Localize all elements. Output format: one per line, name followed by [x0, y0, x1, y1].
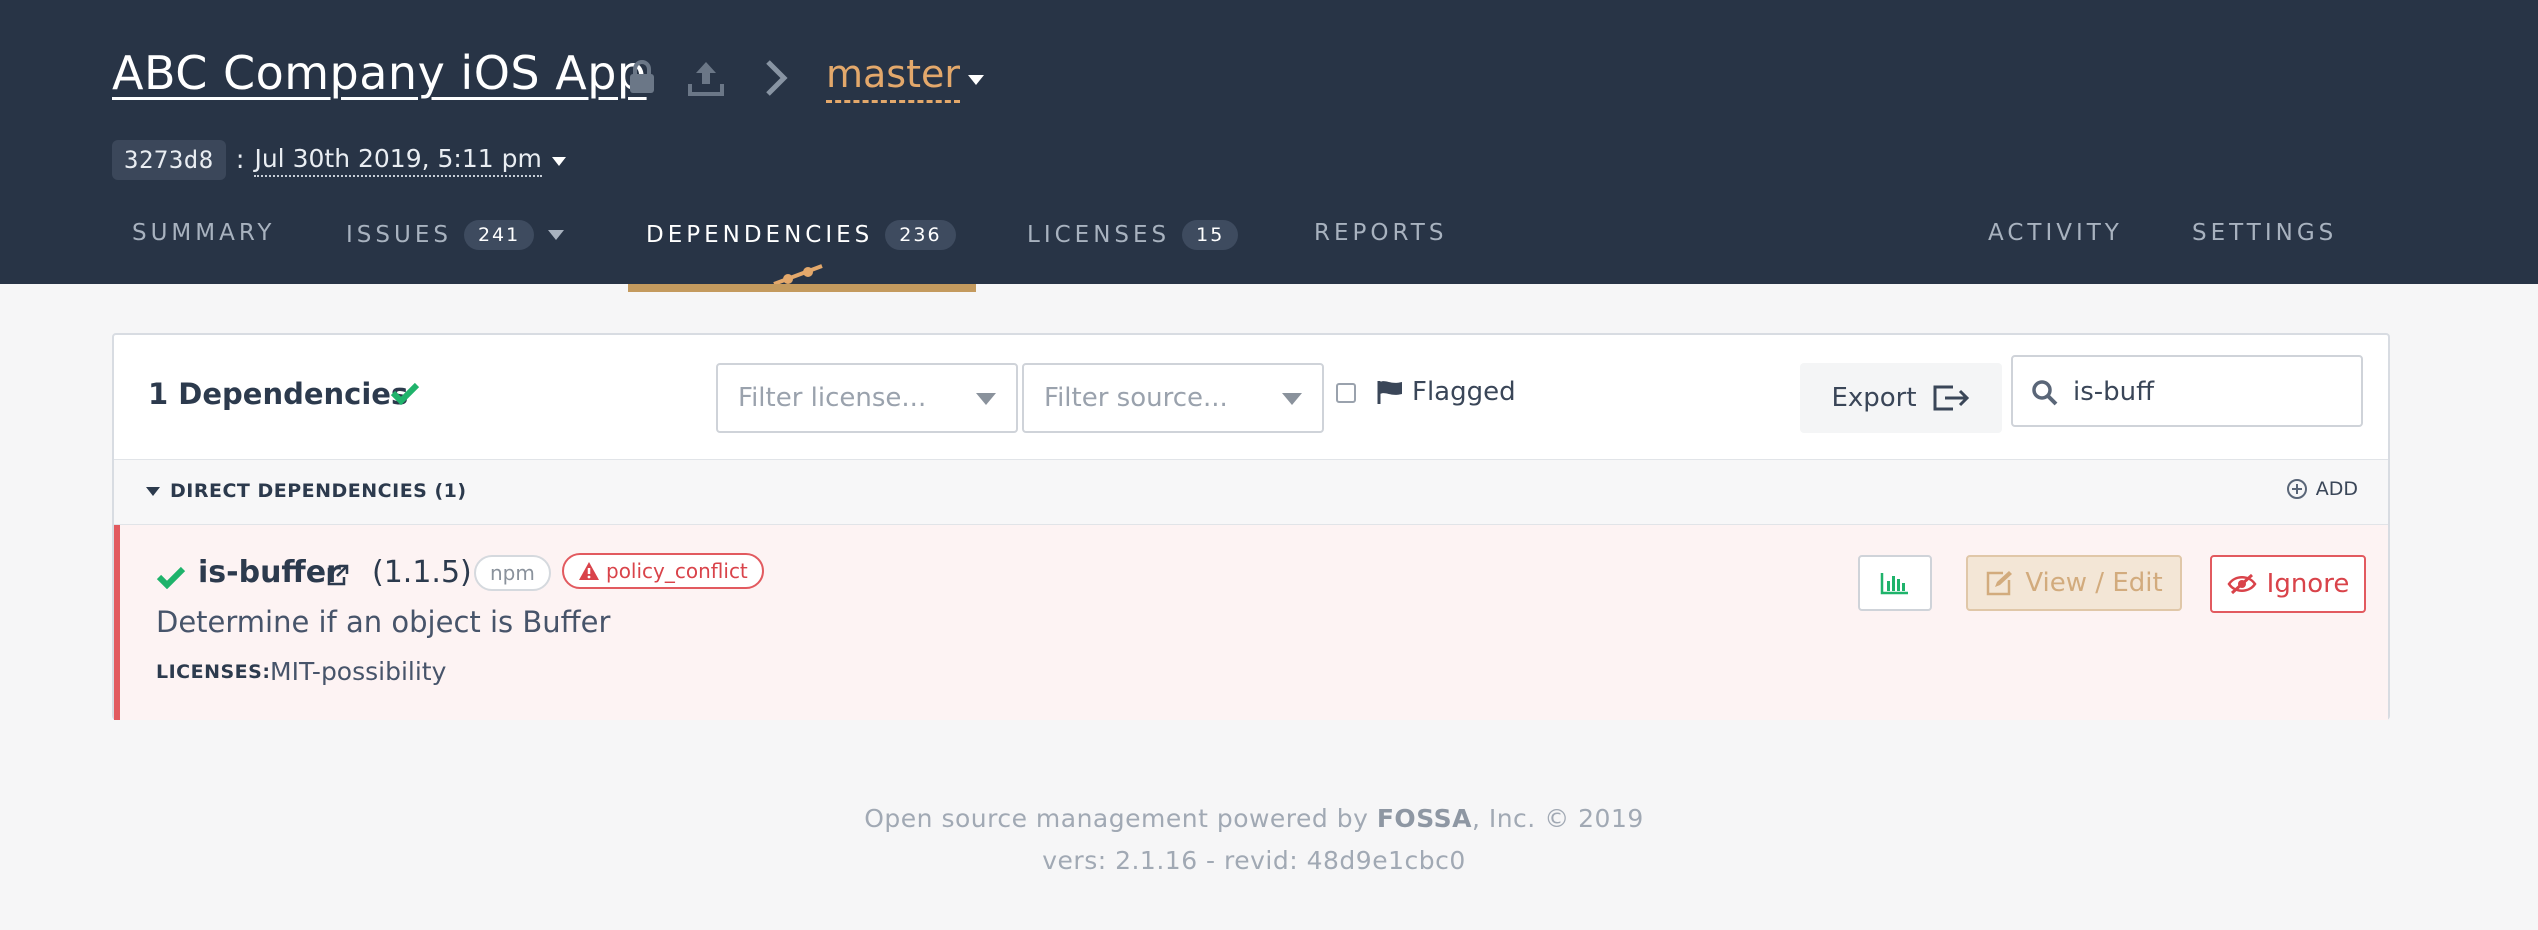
add-dependency-button[interactable]: ADD [2286, 478, 2358, 500]
branch-selector[interactable]: master [826, 52, 961, 103]
tab-issues-label: ISSUES [346, 222, 452, 248]
upload-icon[interactable] [686, 58, 726, 102]
licenses-value: MIT-possibility [270, 657, 447, 686]
bar-chart-icon [1880, 573, 1908, 595]
ignore-label: Ignore [2266, 569, 2350, 599]
panel-toolbar: 1 Dependencies Filter license... Filter … [114, 335, 2388, 459]
export-icon [1933, 385, 1969, 411]
external-link-icon[interactable] [326, 563, 350, 591]
filter-license-select[interactable]: Filter license... [716, 363, 1018, 433]
footer-suffix: , Inc. © 2019 [1471, 804, 1644, 833]
flag-icon [1377, 381, 1402, 404]
tab-settings[interactable]: SETTINGS [2192, 220, 2337, 246]
chevron-down-icon [976, 393, 996, 405]
flagged-filter[interactable]: Flagged [1376, 377, 1516, 407]
revision-id: 3273d8 [112, 140, 226, 180]
tab-bar: SUMMARY ISSUES 241 DEPENDENCIES 236 LICE… [0, 210, 2538, 284]
view-edit-button[interactable]: View / Edit [1966, 555, 2182, 611]
tab-reports-label: REPORTS [1314, 220, 1448, 246]
licenses-label: LICENSES: [156, 661, 271, 683]
tab-licenses-label: LICENSES [1027, 222, 1171, 248]
check-icon [156, 565, 186, 593]
tab-activity-label: ACTIVITY [1988, 220, 2123, 246]
warning-icon [579, 562, 599, 580]
tab-issues[interactable]: ISSUES 241 [346, 220, 565, 250]
lock-icon [628, 60, 656, 98]
dependencies-panel: 1 Dependencies Filter license... Filter … [112, 333, 2390, 720]
footer-version: vers: 2.1.16 - revid: 48d9e1cbc0 [1042, 846, 1466, 875]
licenses-count-badge: 15 [1182, 220, 1239, 250]
issues-count-badge: 241 [463, 220, 535, 250]
filter-license-placeholder: Filter license... [738, 383, 927, 413]
ignore-button[interactable]: Ignore [2210, 555, 2366, 613]
active-tab-indicator [628, 284, 976, 292]
search-input[interactable] [2071, 365, 2355, 419]
dependency-row[interactable]: is-buffer (1.1.5) npm policy_conflict De… [114, 525, 2388, 720]
policy-conflict-label: policy_conflict [606, 559, 748, 583]
footer-copyright: Open source management powered by FOSSA,… [0, 804, 2508, 833]
footer-brand: FOSSA [1376, 804, 1472, 833]
tab-dependencies-label: DEPENDENCIES [646, 222, 874, 248]
flagged-label: Flagged [1412, 377, 1516, 407]
edit-icon [1987, 571, 2013, 596]
add-label: ADD [2315, 478, 2358, 500]
tab-licenses[interactable]: LICENSES 15 [1027, 220, 1239, 250]
dependencies-count-badge: 236 [885, 220, 956, 250]
export-label: Export [1831, 383, 1917, 413]
top-header: ABC Company iOS App master 3273d8 : Jul … [0, 0, 2538, 284]
revision-line: 3273d8 : Jul 30th 2019, 5:11 pm [112, 140, 566, 180]
policy-conflict-badge[interactable]: policy_conflict [562, 553, 764, 589]
tab-summary[interactable]: SUMMARY [132, 220, 275, 246]
eye-slash-icon [2227, 573, 2257, 595]
chevron-down-icon [1282, 393, 1302, 405]
stats-button[interactable] [1858, 555, 1932, 611]
plus-circle-icon [2286, 479, 2307, 499]
section-title[interactable]: DIRECT DEPENDENCIES (1) [146, 480, 467, 502]
caret-down-icon [146, 486, 160, 496]
source-tag: npm [474, 555, 551, 591]
tab-activity[interactable]: ACTIVITY [1988, 220, 2123, 246]
tab-settings-label: SETTINGS [2192, 220, 2338, 246]
dependencies-count-label: 1 Dependencies [148, 377, 409, 411]
search-box[interactable] [2011, 355, 2363, 427]
flagged-checkbox[interactable] [1336, 383, 1356, 403]
section-title-label: DIRECT DEPENDENCIES (1) [170, 480, 467, 502]
revision-caret-icon[interactable] [551, 151, 566, 170]
check-icon [390, 381, 420, 409]
chevron-right-icon [764, 58, 788, 102]
filter-source-select[interactable]: Filter source... [1022, 363, 1324, 433]
issues-caret-icon[interactable] [548, 230, 565, 240]
direct-dependencies-header[interactable]: DIRECT DEPENDENCIES (1) ADD [114, 459, 2388, 525]
tab-dependencies[interactable]: DEPENDENCIES 236 [646, 220, 956, 250]
tab-summary-label: SUMMARY [132, 220, 276, 246]
export-button[interactable]: Export [1800, 363, 2002, 433]
view-edit-label: View / Edit [2025, 568, 2163, 598]
project-title-link[interactable]: ABC Company iOS App [112, 46, 647, 100]
dependency-version: (1.1.5) [372, 555, 472, 590]
revision-separator: : [235, 145, 245, 175]
tab-reports[interactable]: REPORTS [1314, 220, 1447, 246]
branch-caret-icon[interactable] [968, 70, 984, 89]
search-icon [2032, 380, 2058, 406]
revision-date-selector[interactable]: Jul 30th 2019, 5:11 pm [254, 144, 542, 177]
filter-source-placeholder: Filter source... [1044, 383, 1228, 413]
footer-prefix: Open source management powered by [864, 804, 1377, 833]
dependency-description: Determine if an object is Buffer [156, 605, 611, 639]
dependency-name[interactable]: is-buffer [198, 555, 341, 590]
